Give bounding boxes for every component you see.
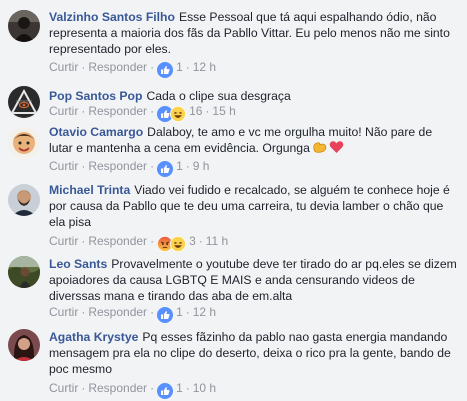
reaction-count: 1: [176, 381, 183, 395]
reactions-summary[interactable]: [157, 383, 174, 399]
avatar-dark-person-image: [8, 10, 40, 42]
comment-actions: Curtir · Responder · 1 · 12 h: [49, 59, 216, 78]
separator-dot: ·: [150, 381, 155, 395]
comment: Agatha Krystye Pq esses fãzinho da pablo …: [0, 322, 467, 401]
comment-body: Valzinho Santos Filho Esse Pessoal que tá…: [49, 9, 457, 57]
avatar[interactable]: [8, 184, 40, 216]
avatar-cartoon-face-image: [8, 127, 40, 159]
comment-author[interactable]: Leo Sants: [49, 257, 107, 271]
reaction-count: 16: [189, 104, 203, 118]
avatar[interactable]: [8, 329, 40, 361]
like-reaction-icon: [157, 62, 174, 78]
comment-text: Cada o clipe sua desgraça: [146, 89, 291, 103]
separator-dot: ·: [185, 60, 190, 74]
like-link[interactable]: Curtir: [49, 60, 78, 74]
separator-dot: ·: [81, 381, 86, 395]
comment-actions: Curtir · Responder · 1 · 10 h: [49, 380, 216, 399]
reaction-count: 1: [176, 305, 183, 319]
reaction-count: 1: [176, 60, 183, 74]
like-link[interactable]: Curtir: [49, 104, 78, 118]
avatar[interactable]: [8, 86, 40, 118]
avatar-outdoor-photo-image: [8, 256, 40, 288]
separator-dot: ·: [81, 305, 86, 319]
avatar[interactable]: [8, 10, 40, 42]
reply-link[interactable]: Responder: [88, 159, 147, 173]
separator-dot: ·: [205, 104, 210, 118]
comment-list: Valzinho Santos Filho Esse Pessoal que tá…: [0, 0, 467, 401]
separator-dot: ·: [81, 159, 86, 173]
comment: Valzinho Santos Filho Esse Pessoal que tá…: [0, 0, 467, 82]
reaction-count: 3: [189, 234, 196, 248]
comment-author[interactable]: Agatha Krystye: [49, 330, 138, 344]
like-reaction-icon: [157, 307, 174, 323]
reactions-summary[interactable]: [157, 106, 187, 122]
timestamp[interactable]: 9 h: [193, 159, 210, 173]
comment-author[interactable]: Pop Santos Pop: [49, 89, 142, 103]
separator-dot: ·: [150, 60, 155, 74]
separator-dot: ·: [81, 60, 86, 74]
comment-actions: Curtir · Responder · 1 · 12 h: [49, 304, 216, 323]
separator-dot: ·: [185, 305, 190, 319]
reply-link[interactable]: Responder: [88, 305, 147, 319]
reactions-summary[interactable]: [157, 62, 174, 78]
separator-dot: ·: [185, 159, 190, 173]
like-link[interactable]: Curtir: [49, 234, 78, 248]
comment-body: Otavio Camargo Dalaboy, te amo e vc me or…: [49, 124, 457, 158]
like-link[interactable]: Curtir: [49, 381, 78, 395]
comment: Leo Sants Provavelmente o youtube deve te…: [0, 249, 467, 323]
comment-body: Leo Sants Provavelmente o youtube deve te…: [49, 256, 457, 304]
comment-body: Michael Trinta Viado vei fudido e recalca…: [49, 182, 457, 230]
reactions-summary[interactable]: [157, 307, 174, 323]
comment-actions: Curtir · Responder · 16 · 15 h: [49, 103, 236, 122]
avatar-bearded-man-image: [8, 184, 40, 216]
timestamp[interactable]: 15 h: [212, 104, 235, 118]
separator-dot: ·: [150, 159, 155, 173]
avatar[interactable]: [8, 127, 40, 159]
comment-author[interactable]: Otavio Camargo: [49, 125, 143, 139]
like-link[interactable]: Curtir: [49, 159, 78, 173]
comment-actions: Curtir · Responder · 3 · 11 h: [49, 233, 228, 252]
reply-link[interactable]: Responder: [88, 104, 147, 118]
comment-author[interactable]: Valzinho Santos Filho: [49, 10, 175, 24]
avatar-woman-red-image: [8, 329, 40, 361]
separator-dot: ·: [150, 104, 155, 118]
reply-link[interactable]: Responder: [88, 234, 147, 248]
avatar-illuminati-pyramid-image: [8, 86, 40, 118]
timestamp[interactable]: 12 h: [193, 60, 216, 74]
like-link[interactable]: Curtir: [49, 305, 78, 319]
comment-author[interactable]: Michael Trinta: [49, 183, 130, 197]
avatar[interactable]: [8, 256, 40, 288]
reaction-count: 1: [176, 159, 183, 173]
separator-dot: ·: [81, 234, 86, 248]
separator-dot: ·: [150, 234, 155, 248]
separator-dot: ·: [198, 234, 203, 248]
timestamp[interactable]: 12 h: [193, 305, 216, 319]
separator-dot: ·: [81, 104, 86, 118]
haha-reaction-icon: [170, 106, 187, 122]
like-reaction-icon: [157, 383, 174, 399]
reactions-summary[interactable]: [157, 161, 174, 177]
flexed-biceps-emoji: [312, 140, 327, 158]
separator-dot: ·: [185, 381, 190, 395]
comment-body: Agatha Krystye Pq esses fãzinho da pablo …: [49, 329, 457, 377]
comment: Michael Trinta Viado vei fudido e recalca…: [0, 177, 467, 252]
comment: Otavio Camargo Dalaboy, te amo e vc me or…: [0, 122, 467, 177]
timestamp[interactable]: 10 h: [193, 381, 216, 395]
like-reaction-icon: [157, 161, 174, 177]
comment-text: Provavelmente o youtube deve ter tirado …: [49, 257, 457, 303]
separator-dot: ·: [150, 305, 155, 319]
reply-link[interactable]: Responder: [88, 381, 147, 395]
reply-link[interactable]: Responder: [88, 60, 147, 74]
timestamp[interactable]: 11 h: [206, 234, 228, 248]
comment: Pop Santos Pop Cada o clipe sua desgraça …: [0, 82, 467, 122]
comment-body: Pop Santos Pop Cada o clipe sua desgraça: [49, 88, 457, 104]
comment-actions: Curtir · Responder · 1 · 9 h: [49, 158, 210, 177]
red-heart-emoji: [329, 140, 344, 158]
